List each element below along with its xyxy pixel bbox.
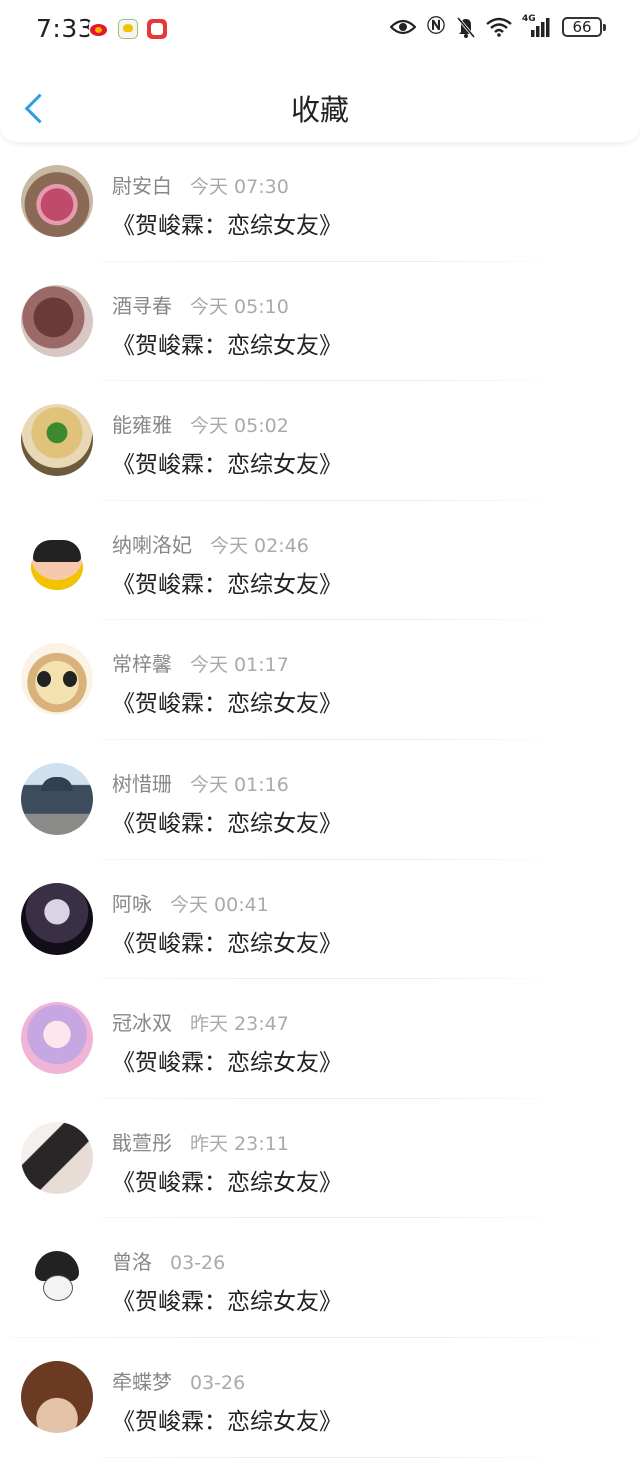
- user-name[interactable]: 牵蝶梦: [112, 1366, 172, 1395]
- timestamp: 今天 05:10: [190, 295, 289, 318]
- eye-icon: [390, 19, 416, 35]
- user-name[interactable]: 纳喇洛妃: [112, 529, 192, 558]
- list-item[interactable]: 曾洛 03-26 《贺峻霖：恋综女友》: [0, 1218, 640, 1338]
- item-title[interactable]: 《贺峻霖：恋综女友》: [112, 684, 342, 718]
- user-name[interactable]: 酒寻春: [112, 290, 172, 319]
- user-name[interactable]: 能雍雅: [112, 409, 172, 438]
- user-name[interactable]: 常梓馨: [112, 648, 172, 677]
- status-bar: 7:33 Ⓝ 4G 66: [0, 0, 640, 60]
- divider: [100, 1456, 550, 1458]
- avatar[interactable]: [21, 882, 93, 955]
- cellular-signal-icon: 4G: [522, 14, 552, 38]
- avatar[interactable]: [21, 404, 93, 477]
- mute-bell-icon: [456, 17, 476, 38]
- list-item[interactable]: 常梓馨 今天 01:17 《贺峻霖：恋综女友》: [0, 620, 640, 740]
- item-title[interactable]: 《贺峻霖：恋综女友》: [112, 565, 342, 599]
- timestamp: 昨天 23:47: [190, 1013, 289, 1036]
- item-title[interactable]: 《贺峻霖：恋综女友》: [112, 1043, 342, 1077]
- timestamp: 今天 02:46: [210, 534, 309, 557]
- timestamp: 今天 05:02: [190, 415, 289, 438]
- list-item[interactable]: 牵蝶梦 03-26 《贺峻霖：恋综女友》: [0, 1338, 640, 1458]
- timestamp: 今天 07:30: [190, 176, 289, 198]
- user-name[interactable]: 戢萱彤: [112, 1127, 172, 1156]
- timestamp: 03-26: [190, 1371, 246, 1394]
- avatar[interactable]: [21, 523, 93, 596]
- user-name[interactable]: 阿咏: [112, 888, 152, 917]
- list-item[interactable]: 能雍雅 今天 05:02 《贺峻霖：恋综女友》: [0, 381, 640, 501]
- item-title[interactable]: 《贺峻霖：恋综女友》: [112, 804, 342, 838]
- weibo-icon: [89, 19, 109, 39]
- list-item[interactable]: 阿咏 今天 00:41 《贺峻霖：恋综女友》: [0, 860, 640, 980]
- user-name[interactable]: 冠冰双: [112, 1007, 172, 1036]
- avatar[interactable]: [21, 1002, 93, 1075]
- list-item[interactable]: 纳喇洛妃 今天 02:46 《贺峻霖：恋综女友》: [0, 501, 640, 621]
- system-icons: Ⓝ 4G 66: [390, 14, 606, 38]
- item-title[interactable]: 《贺峻霖：恋综女友》: [112, 924, 342, 958]
- avatar[interactable]: [21, 643, 93, 716]
- user-name[interactable]: 尉安白: [112, 170, 172, 199]
- item-title[interactable]: 《贺峻霖：恋综女友》: [112, 1163, 342, 1197]
- notification-icons: [89, 19, 167, 39]
- timestamp: 今天 00:41: [170, 893, 269, 916]
- status-time: 7:33: [36, 14, 95, 43]
- avatar[interactable]: [21, 165, 93, 237]
- red-app-icon: [147, 19, 167, 39]
- page-title: 收藏: [290, 93, 349, 127]
- item-title[interactable]: 《贺峻霖：恋综女友》: [112, 1402, 342, 1436]
- wifi-icon: [486, 17, 512, 37]
- item-title[interactable]: 《贺峻霖：恋综女友》: [112, 206, 342, 240]
- navigation-bar: 收藏: [0, 60, 640, 142]
- list-item[interactable]: 酒寻春 今天 05:10 《贺峻霖：恋综女友》: [0, 262, 640, 382]
- list-item[interactable]: 树惜珊 今天 01:16 《贺峻霖：恋综女友》: [0, 740, 640, 860]
- app-notification-icon: [118, 19, 138, 39]
- item-title[interactable]: 《贺峻霖：恋综女友》: [112, 326, 342, 360]
- timestamp: 03-26: [170, 1252, 226, 1275]
- avatar[interactable]: [21, 1121, 93, 1194]
- timestamp: 今天 01:16: [190, 773, 289, 796]
- user-name[interactable]: 树惜珊: [112, 768, 172, 797]
- battery-icon: 66: [562, 17, 606, 37]
- avatar[interactable]: [21, 284, 93, 357]
- item-title[interactable]: 《贺峻霖：恋综女友》: [112, 1282, 342, 1316]
- avatar[interactable]: [21, 1360, 93, 1433]
- list-item[interactable]: 戢萱彤 昨天 23:11 《贺峻霖：恋综女友》: [0, 1099, 640, 1219]
- timestamp: 昨天 23:11: [190, 1132, 289, 1155]
- timestamp: 今天 01:17: [190, 654, 289, 677]
- list-item[interactable]: 尉安白 今天 07:30 《贺峻霖：恋综女友》: [0, 142, 640, 262]
- item-title[interactable]: 《贺峻霖：恋综女友》: [112, 445, 342, 479]
- avatar[interactable]: [21, 762, 93, 835]
- favorites-list: 尉安白 今天 07:30 《贺峻霖：恋综女友》 酒寻春 今天 05:10 《贺峻…: [0, 142, 640, 1458]
- nfc-icon: Ⓝ: [427, 16, 445, 37]
- user-name[interactable]: 曾洛: [112, 1246, 152, 1275]
- list-item[interactable]: 冠冰双 昨天 23:47 《贺峻霖：恋综女友》: [0, 979, 640, 1099]
- avatar[interactable]: [21, 1241, 93, 1314]
